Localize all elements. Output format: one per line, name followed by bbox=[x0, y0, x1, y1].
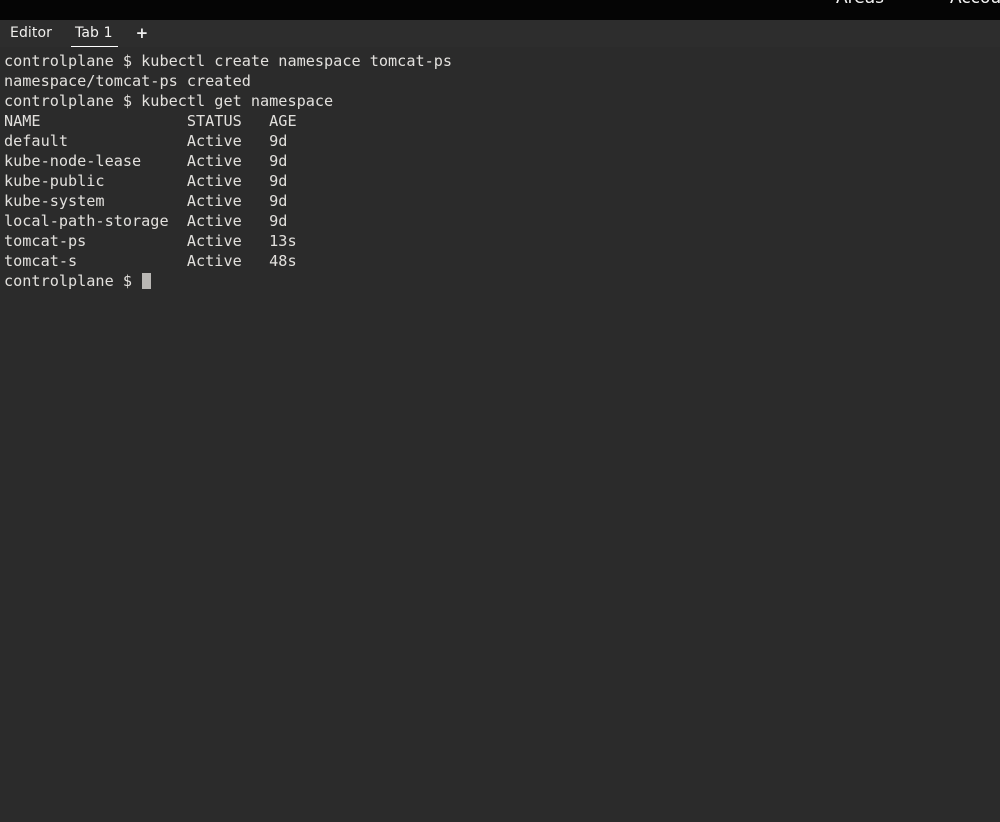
terminal-app-window: Areas Accou Editor Tab 1 + controlplane … bbox=[0, 0, 1000, 822]
terminal-line: namespace/tomcat-ps created bbox=[4, 72, 251, 90]
editor-tab-bar: Editor Tab 1 + bbox=[0, 20, 1000, 48]
editor-label[interactable]: Editor bbox=[10, 20, 52, 47]
terminal-table-row: kube-node-lease Active 9d bbox=[4, 152, 288, 170]
top-nav-item-account[interactable]: Accou bbox=[950, 0, 1000, 8]
terminal-table-row: local-path-storage Active 9d bbox=[4, 212, 288, 230]
terminal-prompt-text: controlplane $ bbox=[4, 272, 142, 290]
terminal-table-row: default Active 9d bbox=[4, 132, 288, 150]
terminal-output-pane[interactable]: controlplane $ kubectl create namespace … bbox=[0, 47, 1000, 822]
terminal-table-row: kube-system Active 9d bbox=[4, 192, 288, 210]
top-navigation-strip: Areas Accou bbox=[0, 0, 1000, 20]
terminal-cursor bbox=[142, 273, 152, 289]
terminal-table-row: tomcat-ps Active 13s bbox=[4, 232, 297, 250]
terminal-line: controlplane $ kubectl create namespace … bbox=[4, 52, 453, 70]
terminal-table-row: kube-public Active 9d bbox=[4, 172, 288, 190]
add-tab-button[interactable]: + bbox=[133, 20, 152, 47]
terminal-prompt-line[interactable]: controlplane $ bbox=[4, 271, 1000, 291]
terminal-table-header: NAME STATUS AGE bbox=[4, 112, 297, 130]
tab-item-tab-1[interactable]: Tab 1 bbox=[71, 20, 118, 48]
top-nav-item-areas[interactable]: Areas bbox=[836, 0, 884, 8]
terminal-table-row: tomcat-s Active 48s bbox=[4, 252, 297, 270]
terminal-line: controlplane $ kubectl get namespace bbox=[4, 92, 334, 110]
